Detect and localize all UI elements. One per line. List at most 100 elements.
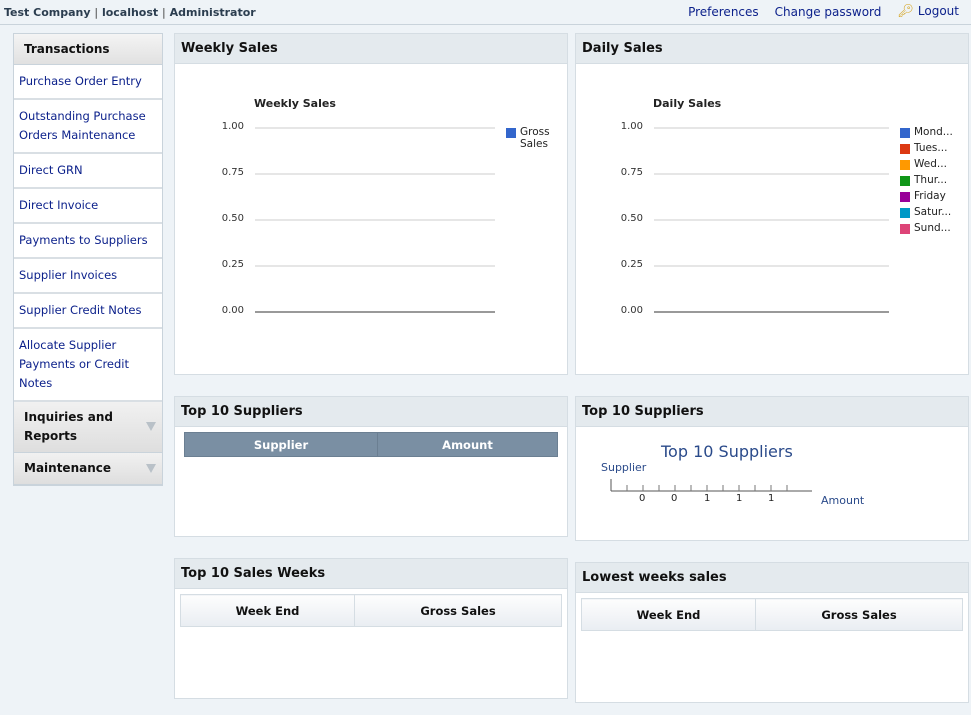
x-tick-label: 1 — [704, 493, 711, 504]
user-name: Administrator — [169, 6, 256, 19]
panel-title: Weekly Sales — [175, 34, 567, 64]
sidebar-link[interactable]: Outstanding Purchase Orders Maintenance — [19, 109, 146, 142]
top-weeks-table: Week End Gross Sales — [180, 594, 562, 627]
suppliers-table: Supplier Amount — [184, 432, 558, 457]
y-tick-label: 1.00 — [620, 121, 643, 132]
weekly-sales-plot — [255, 127, 495, 313]
column-header-supplier[interactable]: Supplier — [184, 432, 378, 457]
legend-swatch — [900, 160, 910, 170]
key-icon: 🔑︎ — [897, 4, 914, 19]
sidebar-link[interactable]: Direct GRN — [19, 163, 83, 177]
weekly-legend: Gross Sales — [506, 126, 566, 154]
legend-item: Mond... — [900, 126, 966, 138]
daily-legend: Mond... Tues... Wed... Thur... Friday Sa… — [900, 126, 966, 238]
section-label: Maintenance — [24, 461, 112, 475]
sidebar-link[interactable]: Purchase Order Entry — [19, 74, 142, 88]
separator: | — [162, 6, 166, 19]
y-tick-label: 0.75 — [620, 167, 643, 178]
top-links: Preferences Change password 🔑︎ Logout — [688, 4, 959, 19]
daily-sales-panel: Daily Sales Daily Sales 1.00 0.75 0.50 0… — [575, 33, 969, 375]
weekly-sales-panel: Weekly Sales Weekly Sales 1.00 0.75 0.50… — [174, 33, 568, 375]
sidebar-item-outstanding-po: Outstanding Purchase Orders Maintenance — [14, 100, 162, 154]
panel-title: Top 10 Suppliers — [175, 397, 567, 427]
y-tick-label: 0.50 — [221, 213, 244, 224]
legend-swatch — [506, 128, 516, 138]
legend-label: Thur... — [914, 174, 948, 186]
legend-swatch — [900, 208, 910, 218]
top-suppliers-table-panel: Top 10 Suppliers Supplier Amount — [174, 396, 568, 537]
sidebar-link[interactable]: Payments to Suppliers — [19, 233, 148, 247]
x-tick-label: 0 — [671, 493, 678, 504]
legend-item: Gross Sales — [506, 126, 566, 150]
sidebar-item-supplier-credit-notes: Supplier Credit Notes — [14, 294, 162, 329]
y-tick-label: 0.25 — [221, 259, 244, 270]
sidebar-link[interactable]: Supplier Invoices — [19, 268, 117, 282]
legend-swatch — [900, 224, 910, 234]
y-tick-label: 1.00 — [221, 121, 244, 132]
legend-swatch — [900, 176, 910, 186]
sidebar: Transactions Purchase Order Entry Outsta… — [13, 33, 163, 486]
lowest-weeks-sales-panel: Lowest weeks sales Week End Gross Sales — [575, 562, 969, 703]
sidebar-link[interactable]: Allocate Supplier Payments or Credit Not… — [19, 338, 129, 390]
sidebar-section-inquiries[interactable]: Inquiries and Reports — [14, 402, 162, 453]
table-header-row: Week End Gross Sales — [180, 594, 562, 627]
legend-swatch — [900, 192, 910, 202]
legend-swatch — [900, 144, 910, 154]
chevron-down-icon — [146, 422, 156, 431]
y-tick-label: 0.25 — [620, 259, 643, 270]
legend-label: Satur... — [914, 206, 952, 218]
host-name: localhost — [101, 6, 159, 19]
panel-title: Lowest weeks sales — [576, 563, 968, 593]
x-axis-label: Amount — [821, 494, 865, 507]
legend-item: Sund... — [900, 222, 966, 234]
chart-title: Top 10 Suppliers — [661, 442, 793, 461]
column-header-gross-sales[interactable]: Gross Sales — [354, 594, 562, 627]
column-header-week-end[interactable]: Week End — [581, 598, 756, 631]
sidebar-item-purchase-order-entry: Purchase Order Entry — [14, 65, 162, 100]
company-name: Test Company — [4, 6, 91, 19]
panel-title: Daily Sales — [576, 34, 968, 64]
lowest-weeks-table: Week End Gross Sales — [581, 598, 963, 631]
sidebar-section-maintenance[interactable]: Maintenance — [14, 453, 162, 485]
legend-item: Tues... — [900, 142, 966, 154]
sidebar-header-transactions[interactable]: Transactions — [14, 34, 162, 65]
legend-label: Gross Sales — [520, 126, 550, 150]
section-label: Inquiries and Reports — [24, 410, 113, 443]
panel-title: Top 10 Suppliers — [576, 397, 968, 427]
legend-label: Sund... — [914, 222, 951, 234]
sidebar-link[interactable]: Supplier Credit Notes — [19, 303, 142, 317]
top-suppliers-chart-panel: Top 10 Suppliers Top 10 Suppliers Suppli… — [575, 396, 969, 541]
sidebar-item-supplier-invoices: Supplier Invoices — [14, 259, 162, 294]
sidebar-item-allocate-payments: Allocate Supplier Payments or Credit Not… — [14, 329, 162, 402]
legend-swatch — [900, 128, 910, 138]
sidebar-link[interactable]: Direct Invoice — [19, 198, 98, 212]
column-header-week-end[interactable]: Week End — [180, 594, 355, 627]
column-header-gross-sales[interactable]: Gross Sales — [755, 598, 963, 631]
session-info: Test Company | localhost | Administrator — [4, 6, 256, 19]
y-axis-label: Supplier — [601, 461, 647, 474]
y-tick-label: 0.00 — [620, 305, 643, 316]
chart-title: Daily Sales — [653, 97, 722, 110]
column-header-amount[interactable]: Amount — [377, 432, 558, 457]
suppliers-axis — [610, 479, 812, 492]
legend-label: Mond... — [914, 126, 953, 138]
legend-label: Tues... — [914, 142, 948, 154]
table-header-row: Supplier Amount — [184, 432, 558, 457]
preferences-link[interactable]: Preferences — [688, 5, 759, 19]
chevron-down-icon — [146, 463, 156, 473]
logout-link[interactable]: Logout — [918, 4, 959, 18]
legend-item: Satur... — [900, 206, 966, 218]
separator: | — [94, 6, 99, 19]
logout-group: 🔑︎ Logout — [897, 4, 959, 19]
legend-label: Wed... — [914, 158, 947, 170]
legend-label: Friday — [914, 190, 946, 202]
y-tick-label: 0.00 — [221, 305, 244, 316]
y-tick-label: 0.75 — [221, 167, 244, 178]
change-password-link[interactable]: Change password — [775, 5, 882, 19]
daily-sales-plot — [654, 127, 889, 313]
sidebar-item-direct-invoice: Direct Invoice — [14, 189, 162, 224]
x-tick-label: 1 — [768, 493, 775, 504]
sidebar-item-payments-to-suppliers: Payments to Suppliers — [14, 224, 162, 259]
top-sales-weeks-panel: Top 10 Sales Weeks Week End Gross Sales — [174, 558, 568, 699]
legend-item: Wed... — [900, 158, 966, 170]
